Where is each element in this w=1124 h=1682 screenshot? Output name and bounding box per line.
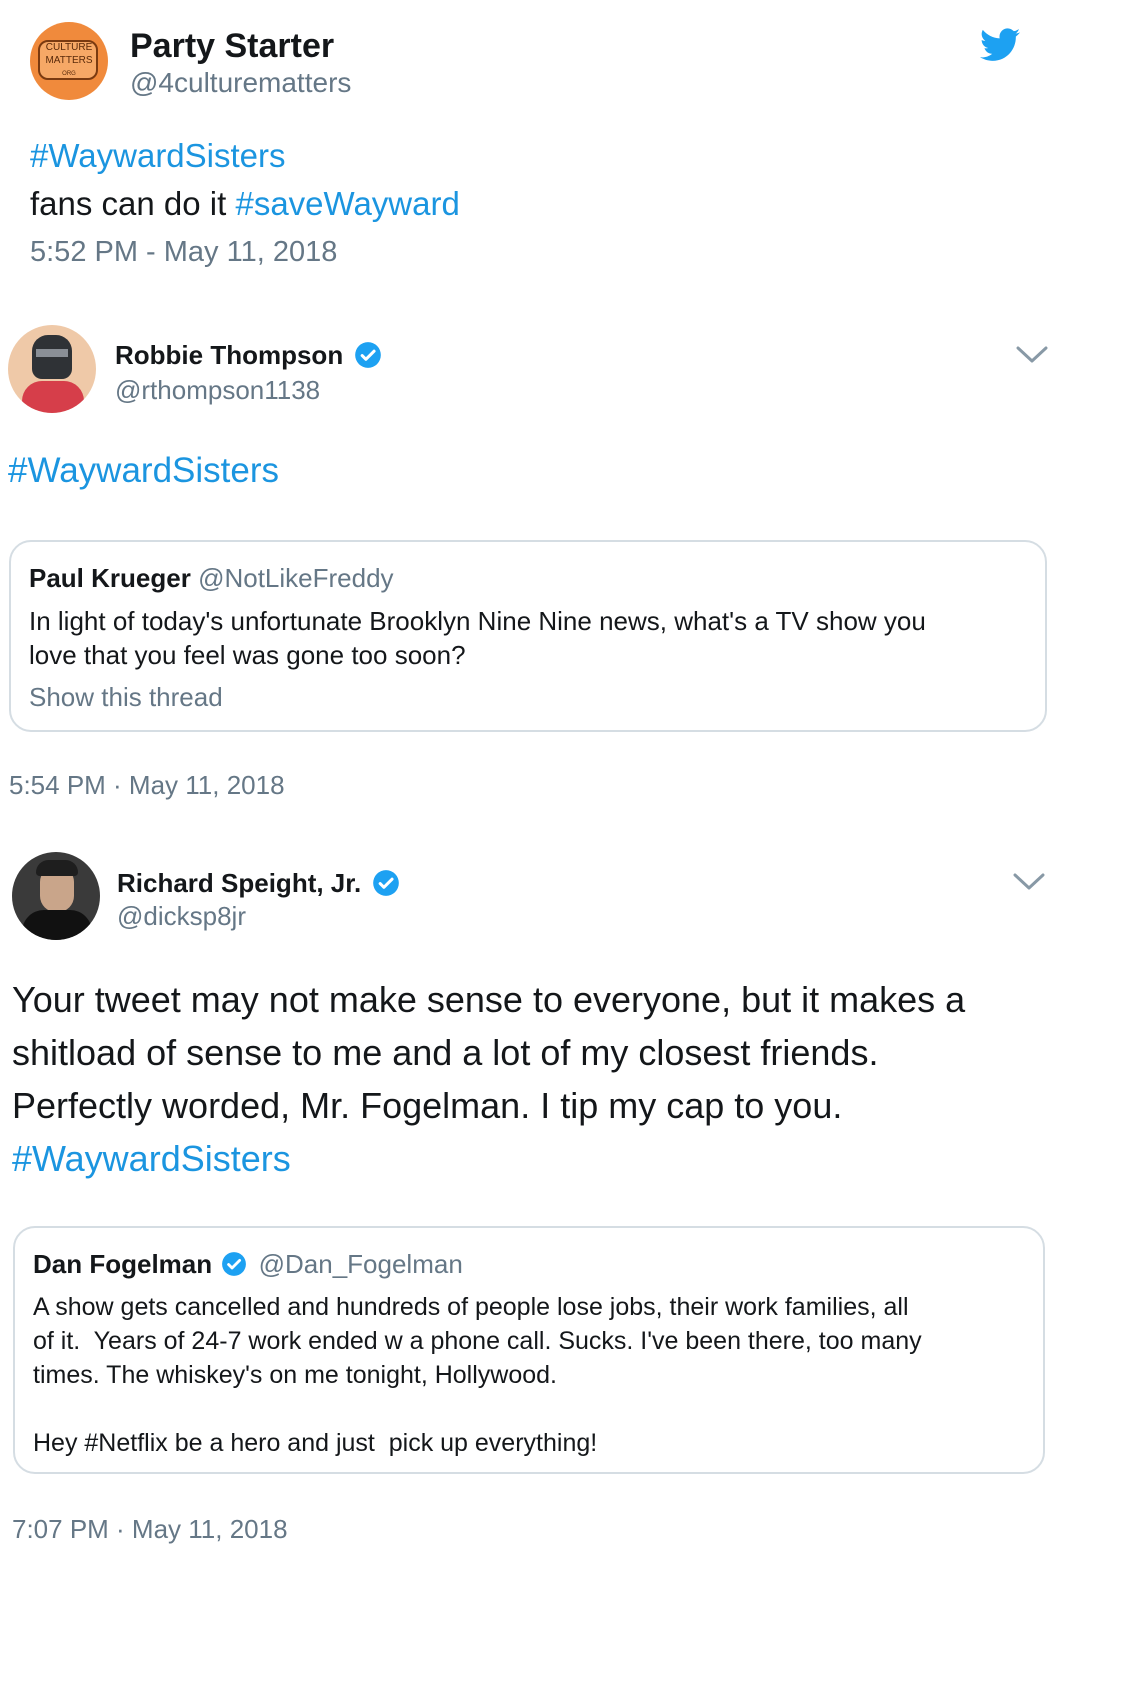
tweet-text-line: Perfectly worded, Mr. Fogelman. I tip my… [12, 1085, 843, 1126]
quoted-author-name: Dan Fogelman [33, 1249, 213, 1279]
quoted-author-handle: @Dan_Fogelman [258, 1249, 463, 1279]
avatar-shirt [22, 910, 92, 940]
verified-badge-icon [222, 1252, 247, 1277]
hashtag-waywardsisters[interactable]: #WaywardSisters [12, 1135, 291, 1183]
tweet-text-line: shitload of sense to me and a lot of my … [12, 1032, 879, 1073]
tweet-timestamp[interactable]: 7:07 PM · May 11, 2018 [12, 1512, 288, 1546]
avatar[interactable] [12, 852, 100, 940]
quoted-tweet-card[interactable]: Dan Fogelman @Dan_Fogelman A show gets c… [13, 1226, 1045, 1474]
quoted-text-line: times. The whiskey's on me tonight, Holl… [33, 1361, 557, 1389]
author-handle[interactable]: @dicksp8jr [117, 900, 246, 932]
author-name[interactable]: Richard Speight, Jr. [117, 866, 400, 900]
tweet-richard-speight: Richard Speight, Jr. @dicksp8jr Your twe… [0, 0, 1124, 1682]
author-name-text: Richard Speight, Jr. [117, 868, 362, 898]
chevron-down-icon[interactable] [1012, 872, 1046, 892]
quoted-text-line: Hey #Netflix be a hero and just pick up … [33, 1429, 598, 1457]
avatar-hair [36, 860, 78, 876]
tweet-text-line: Your tweet may not make sense to everyon… [12, 979, 966, 1020]
quoted-author: Dan Fogelman @Dan_Fogelman [33, 1248, 463, 1280]
verified-badge-icon [373, 870, 400, 896]
quoted-text-line: A show gets cancelled and hundreds of pe… [33, 1293, 909, 1321]
quoted-text-line: of it. Years of 24-7 work ended w a phon… [33, 1327, 922, 1355]
